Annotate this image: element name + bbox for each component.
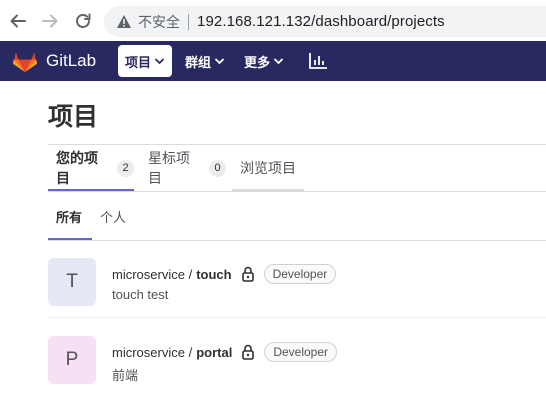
arrow-left-icon <box>10 14 26 28</box>
security-warning-text: 不安全 <box>138 13 180 30</box>
menu-groups-label: 群组 <box>185 54 212 70</box>
count-badge: 0 <box>209 159 226 177</box>
divider <box>48 240 546 241</box>
arrow-right-icon <box>42 14 58 28</box>
gitlab-navbar: GitLab 项目 群组 更多 <box>0 41 546 81</box>
menu-groups[interactable]: 群组 <box>185 45 225 77</box>
reload-button[interactable] <box>74 11 92 31</box>
project-avatar[interactable]: P <box>48 336 96 384</box>
chevron-down-icon <box>214 58 225 65</box>
menu-projects[interactable]: 项目 <box>118 45 172 77</box>
project-description: touch test <box>112 287 169 302</box>
back-button[interactable] <box>9 11 27 31</box>
project-name[interactable]: touch <box>196 267 231 282</box>
subtab-personal[interactable]: 个人 <box>100 192 136 240</box>
page-title: 项目 <box>48 103 99 131</box>
lock-icon <box>242 344 255 360</box>
project-name[interactable]: portal <box>196 345 232 360</box>
bar-chart-icon[interactable] <box>308 52 328 70</box>
menu-more[interactable]: 更多 <box>244 45 284 77</box>
project-row: T microservice / touch Developer touch t… <box>48 242 546 318</box>
subtab-personal-label: 个人 <box>100 209 127 225</box>
tab-explore-projects[interactable]: 浏览项目 <box>232 145 304 191</box>
lock-icon <box>241 266 254 282</box>
tab-starred-projects[interactable]: 星标项目 0 <box>148 145 226 191</box>
project-tabs: 您的项目 2 星标项目 0 浏览项目 <box>48 145 546 191</box>
project-filter-tabs: 所有 个人 <box>48 192 546 240</box>
project-namespace[interactable]: microservice / <box>112 267 192 282</box>
warning-icon <box>117 15 131 28</box>
chevron-down-icon <box>154 58 165 65</box>
role-badge: Developer <box>264 342 338 362</box>
project-description: 前端 <box>112 368 139 383</box>
project-avatar[interactable]: T <box>48 258 96 306</box>
count-badge: 2 <box>117 159 134 177</box>
gitlab-logo-icon[interactable] <box>12 49 38 73</box>
subtab-all[interactable]: 所有 <box>48 192 92 240</box>
address-bar[interactable]: 不安全 192.168.121.132/dashboard/projects <box>104 6 546 37</box>
tab-explore-projects-label: 浏览项目 <box>240 160 296 176</box>
tab-your-projects[interactable]: 您的项目 2 <box>48 145 134 191</box>
project-namespace[interactable]: microservice / <box>112 345 192 360</box>
url-text[interactable]: 192.168.121.132/dashboard/projects <box>197 13 445 30</box>
project-row: P microservice / portal Developer 前端 <box>48 320 546 396</box>
project-title: microservice / touch Developer <box>112 264 337 284</box>
role-badge: Developer <box>263 264 337 284</box>
project-title: microservice / portal Developer <box>112 342 338 362</box>
reload-icon <box>76 13 91 28</box>
gitlab-brand[interactable]: GitLab <box>46 51 96 71</box>
tab-starred-projects-label: 星标项目 <box>148 150 190 186</box>
menu-more-label: 更多 <box>244 54 271 70</box>
chevron-down-icon <box>273 58 284 65</box>
subtab-all-label: 所有 <box>56 209 83 225</box>
browser-toolbar: 不安全 192.168.121.132/dashboard/projects <box>0 0 546 41</box>
tab-your-projects-label: 您的项目 <box>56 150 98 186</box>
menu-projects-label: 项目 <box>124 54 151 70</box>
forward-button[interactable] <box>41 11 59 31</box>
url-separator <box>188 13 189 30</box>
